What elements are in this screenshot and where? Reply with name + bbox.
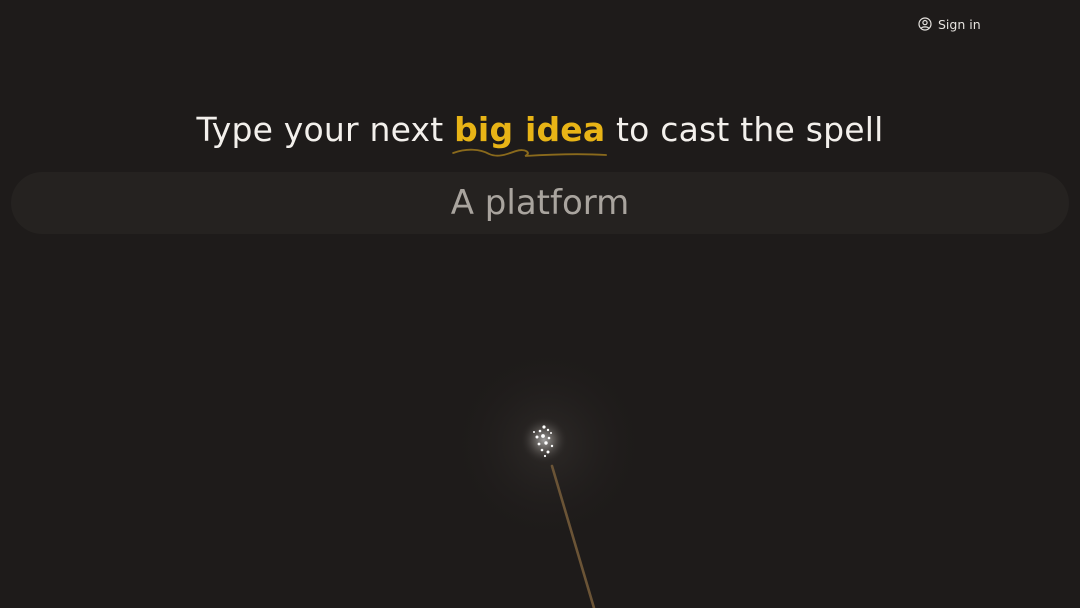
headline-after: to cast the spell	[616, 110, 884, 149]
idea-input[interactable]	[11, 172, 1069, 234]
scribble-underline-icon	[452, 148, 608, 157]
magic-wand-illustration	[440, 340, 660, 608]
sign-in-link[interactable]: Sign in	[914, 12, 985, 36]
wand-tip-glow	[520, 416, 568, 464]
sign-in-label: Sign in	[938, 16, 981, 32]
hero-headline: Type your next big idea to cast the spel…	[0, 110, 1080, 157]
user-circle-icon	[918, 17, 932, 31]
landing-page: Sign in Type your next big idea to cast …	[0, 0, 1080, 608]
headline-accent-text: big idea	[454, 110, 606, 149]
idea-input-container	[11, 172, 1069, 234]
headline-accent: big idea	[452, 110, 608, 157]
headline-before: Type your next	[196, 110, 444, 149]
